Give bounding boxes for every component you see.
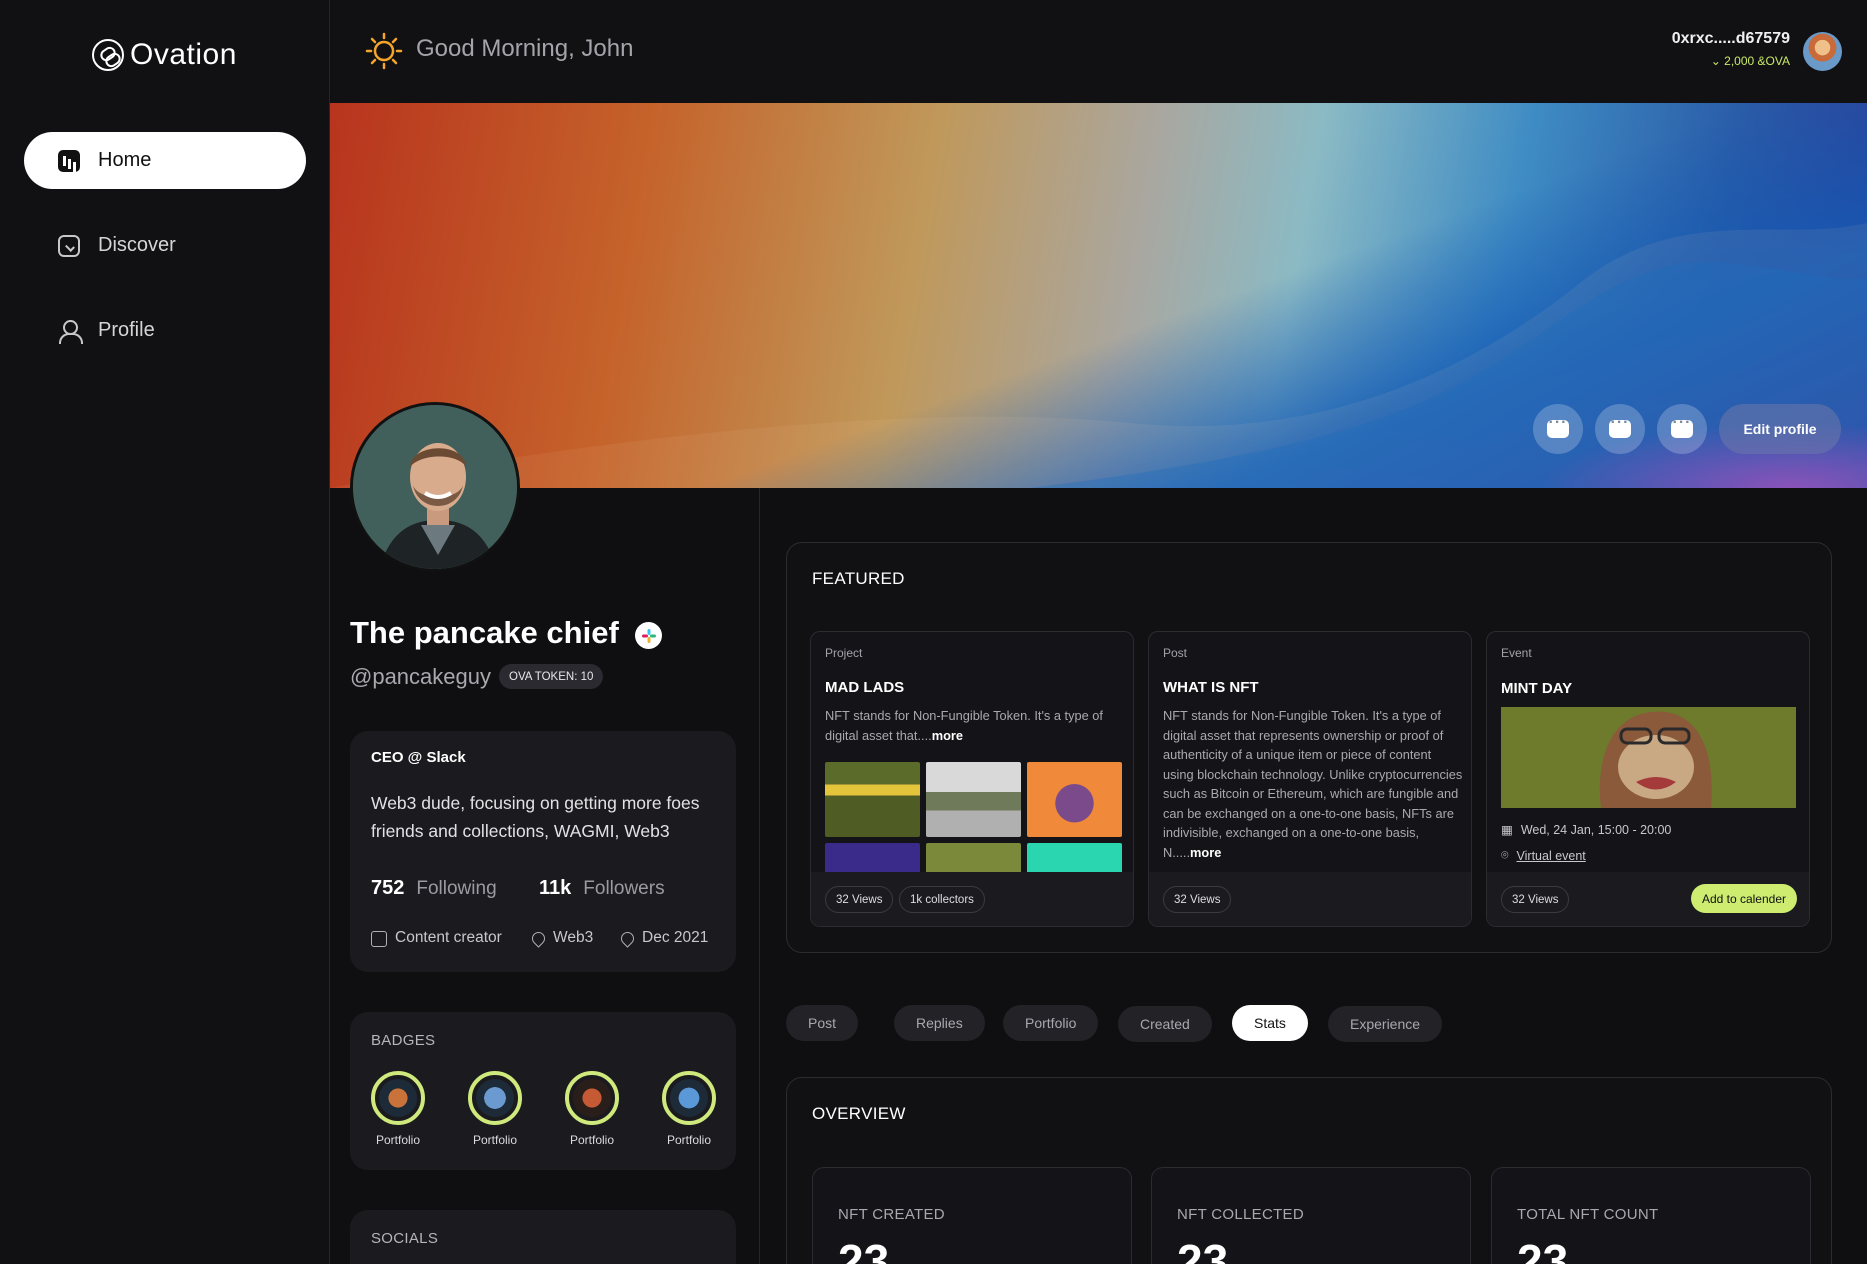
wallet-balance: ⌄ 2,000 &OVA: [1710, 54, 1790, 68]
nft-thumbnail[interactable]: [825, 843, 920, 874]
following-count: 752: [371, 877, 405, 899]
nft-thumbnail[interactable]: [926, 843, 1021, 874]
badge-icon: [476, 1079, 514, 1117]
nft-gallery: [825, 762, 1122, 874]
chat-icon: [1671, 414, 1693, 438]
location-pin-icon: [618, 928, 637, 948]
tab-stats[interactable]: Stats: [1232, 1005, 1308, 1041]
sidebar-item-label: Profile: [98, 319, 155, 341]
followers-label: Followers: [583, 878, 665, 899]
following-label: Following: [416, 878, 497, 899]
sidebar-item-label: Home: [98, 149, 152, 171]
bio-card: CEO @ Slack Web3 dude, focusing on getti…: [350, 731, 736, 972]
followers-stat[interactable]: 11k Followers: [539, 877, 665, 900]
nft-thumbnail[interactable]: [926, 762, 1021, 837]
collectors-pill: 1k collectors: [899, 886, 985, 913]
stat-card-total-nft: TOTAL NFT COUNT 23: [1491, 1167, 1811, 1264]
profile-name: The pancake chief: [350, 615, 619, 650]
discover-icon: [58, 234, 80, 257]
stat-card-nft-created: NFT CREATED 23: [812, 1167, 1132, 1264]
views-pill: 32 Views: [1501, 886, 1570, 913]
tab-replies[interactable]: Replies: [894, 1005, 985, 1041]
badge-item[interactable]: Portfolio: [467, 1071, 523, 1147]
chat-icon: [1547, 414, 1569, 438]
joined-meta: Dec 2021: [618, 928, 708, 948]
sidebar-item-label: Discover: [98, 234, 176, 256]
badge-icon: [379, 1079, 417, 1117]
event-image: [1501, 707, 1796, 808]
message-button[interactable]: [1657, 404, 1707, 454]
tab-post[interactable]: Post: [786, 1005, 859, 1041]
location-pin-icon: [529, 928, 548, 948]
profile-bio: Web3 dude, focusing on getting more foes…: [371, 793, 700, 841]
chevron-down-icon: ⌄: [1710, 54, 1725, 68]
following-stat[interactable]: 752 Following: [371, 877, 497, 900]
more-link[interactable]: more: [1190, 845, 1221, 860]
badges-title: BADGES: [371, 1032, 436, 1049]
followers-count: 11k: [539, 877, 572, 899]
calendar-icon: ▦: [1501, 823, 1513, 837]
views-pill: 32 Views: [825, 886, 894, 913]
message-button[interactable]: [1533, 404, 1583, 454]
tab-experience[interactable]: Experience: [1328, 1006, 1443, 1042]
badge-item[interactable]: Portfolio: [564, 1071, 620, 1147]
sidebar: Ovation Home Discover Profile: [0, 0, 330, 1264]
column-divider: [759, 488, 760, 1264]
chat-icon: [1609, 414, 1631, 438]
wallet-info[interactable]: 0xrxc.....d67579 ⌄ 2,000 &OVA: [1672, 30, 1790, 68]
socials-card: SOCIALS: [350, 1210, 736, 1264]
wallet-address: 0xrxc.....d67579: [1671, 30, 1790, 47]
location-pin-icon: ⌾: [1501, 848, 1509, 862]
user-avatar[interactable]: [1803, 32, 1842, 71]
tab-created[interactable]: Created: [1118, 1006, 1212, 1042]
token-badge: OVA TOKEN: 10: [499, 664, 604, 689]
badges-card: BADGES Portfolio Portfolio Portfolio Por…: [350, 1012, 736, 1170]
badge-item[interactable]: Portfolio: [370, 1071, 426, 1147]
message-button[interactable]: [1595, 404, 1645, 454]
event-location: ⌾ Virtual event: [1501, 848, 1586, 863]
profile-avatar: [350, 402, 520, 572]
nft-thumbnail[interactable]: [825, 762, 920, 837]
socials-title: SOCIALS: [371, 1230, 439, 1247]
event-date: ▦ Wed, 24 Jan, 15:00 - 20:00: [1501, 822, 1672, 838]
briefcase-icon: [371, 931, 387, 947]
nft-thumbnail[interactable]: [1027, 762, 1122, 837]
profile-role: CEO @ Slack: [371, 749, 466, 766]
badge-icon: [573, 1079, 611, 1117]
occupation-meta: Content creator: [371, 929, 502, 947]
overview-section: OVERVIEW NFT CREATED 23 NFT COLLECTED 23…: [786, 1077, 1832, 1264]
overview-title: OVERVIEW: [812, 1104, 906, 1123]
sidebar-item-home[interactable]: Home: [24, 132, 306, 189]
profile-icon: [58, 319, 83, 344]
add-to-calendar-button[interactable]: Add to calender: [1690, 884, 1797, 913]
featured-title: FEATURED: [812, 569, 905, 588]
featured-card-event[interactable]: Event MINT DAY ▦ Wed, 24 Jan, 15:00 - 20…: [1486, 631, 1810, 927]
location-meta: Web3: [529, 928, 593, 948]
home-icon: [58, 149, 80, 172]
badge-item[interactable]: Portfolio: [661, 1071, 717, 1147]
app-name: Ovation: [130, 38, 237, 71]
edit-profile-button[interactable]: Edit profile: [1719, 404, 1841, 454]
sun-icon: [365, 32, 403, 70]
more-link[interactable]: more: [932, 728, 963, 743]
tab-portfolio[interactable]: Portfolio: [1003, 1005, 1099, 1041]
featured-card-post[interactable]: Post WHAT IS NFT NFT stands for Non-Fung…: [1148, 631, 1472, 927]
sidebar-item-profile[interactable]: Profile: [24, 302, 306, 359]
stat-card-nft-collected: NFT COLLECTED 23: [1151, 1167, 1471, 1264]
greeting: Good Morning, John: [416, 35, 634, 62]
sidebar-item-discover[interactable]: Discover: [24, 217, 306, 274]
views-pill: 32 Views: [1163, 886, 1232, 913]
nft-thumbnail[interactable]: [1027, 843, 1122, 874]
featured-card-project[interactable]: Project MAD LADS NFT stands for Non-Fung…: [810, 631, 1134, 927]
app-logo[interactable]: Ovation: [92, 38, 237, 72]
featured-section: FEATURED Project MAD LADS NFT stands for…: [786, 542, 1832, 953]
logo-icon: [92, 39, 124, 71]
profile-handle: @pancakeguy: [350, 664, 491, 689]
slack-icon: [635, 622, 662, 649]
badge-icon: [670, 1079, 708, 1117]
virtual-event-link[interactable]: Virtual event: [1517, 849, 1586, 863]
